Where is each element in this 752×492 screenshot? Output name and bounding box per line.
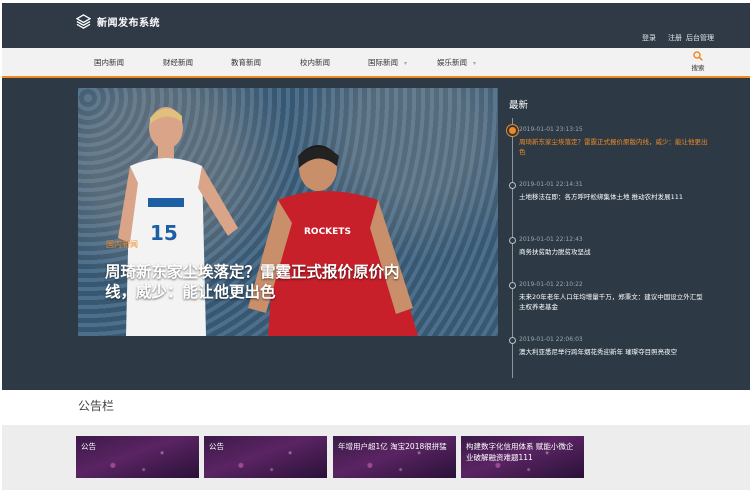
timeline-dot <box>509 237 516 244</box>
timeline-dot <box>509 337 516 344</box>
timeline-time: 2019-01-01 22:14:31 <box>519 181 583 188</box>
register-link[interactable]: 注册 <box>668 33 682 43</box>
account-links: 登录 注册 后台管理 <box>642 33 714 43</box>
hero-banner[interactable]: 15 ROCKETS 国内新闻 周琦新东家尘埃落定？雷霆正式报价原价内线，威少：… <box>78 88 498 336</box>
bulletin-card[interactable]: 构建数字化信用体系 赋能小微企业破解融资难题111 <box>461 436 584 478</box>
nav-label: 校内新闻 <box>300 58 330 67</box>
page-frame: 新闻发布系统 登录 注册 后台管理 国内新闻 财经新闻 教育新闻 校内新闻 国际… <box>2 3 750 490</box>
search-button[interactable]: 搜索 <box>685 51 711 72</box>
main-nav: 国内新闻 财经新闻 教育新闻 校内新闻 国际新闻 ▾ 娱乐新闻 ▾ 搜索 <box>2 48 750 78</box>
top-header: 新闻发布系统 登录 注册 后台管理 <box>2 3 750 48</box>
timeline-time: 2019-01-01 23:13:15 <box>519 126 583 133</box>
latest-heading: 最新 <box>509 100 529 111</box>
nav-finance-news[interactable]: 财经新闻 <box>163 57 193 68</box>
svg-text:15: 15 <box>150 221 178 245</box>
nav-label: 财经新闻 <box>163 58 193 67</box>
nav-international-news[interactable]: 国际新闻 ▾ <box>368 57 407 68</box>
hero-headline[interactable]: 周琦新东家尘埃落定？雷霆正式报价原价内线，威少：能让他更出色 <box>105 262 405 302</box>
timeline-dot <box>509 282 516 289</box>
timeline-item[interactable]: 2019-01-01 23:13:15 周琦新东家尘埃落定？雷霆正式报价原版内线… <box>509 126 709 157</box>
nav-education-news[interactable]: 教育新闻 <box>231 57 261 68</box>
nav-campus-news[interactable]: 校内新闻 <box>300 57 330 68</box>
nav-label: 教育新闻 <box>231 58 261 67</box>
chevron-down-icon: ▾ <box>404 60 408 67</box>
bulletin-card-text: 公告 <box>209 442 224 451</box>
site-logo[interactable]: 新闻发布系统 <box>76 14 160 29</box>
svg-text:ROCKETS: ROCKETS <box>304 227 351 237</box>
nav-entertainment-news[interactable]: 娱乐新闻 ▾ <box>437 57 476 68</box>
timeline-item[interactable]: 2019-01-01 22:06:03 澳大利亚悉尼举行跨年烟花秀迎新年 璀璨夺… <box>509 336 709 357</box>
admin-link[interactable]: 后台管理 <box>686 33 714 43</box>
timeline-headline: 周琦新东家尘埃落定？雷霆正式报价原版内线，威少：能让他更出色 <box>519 138 708 156</box>
timeline-headline: 商务扶贫助力脱贫攻坚战 <box>519 248 591 256</box>
bulletin-card-text: 构建数字化信用体系 赋能小微企业破解融资难题111 <box>466 442 574 462</box>
nav-label: 国际新闻 <box>368 58 398 67</box>
timeline-dot <box>509 127 516 134</box>
nav-label: 国内新闻 <box>94 58 124 67</box>
timeline-dot <box>509 182 516 189</box>
bulletin-card[interactable]: 公告 <box>76 436 199 478</box>
login-link[interactable]: 登录 <box>642 33 656 43</box>
site-title: 新闻发布系统 <box>97 18 160 29</box>
timeline-item[interactable]: 2019-01-01 22:14:31 土地移法在即：各方呼吁松绑集体土地 推动… <box>509 181 709 202</box>
bulletin-heading: 公告栏 <box>78 399 115 413</box>
search-icon <box>693 51 703 61</box>
bulletin-board: 公告 公告 年增用户超1亿 淘宝2018很拼猛 构建数字化信用体系 赋能小微企业… <box>2 425 750 490</box>
hero-category-tag[interactable]: 国内新闻 <box>106 239 138 250</box>
timeline-item[interactable]: 2019-01-01 22:12:43 商务扶贫助力脱贫攻坚战 <box>509 236 709 257</box>
nav-label: 娱乐新闻 <box>437 58 467 67</box>
bulletin-card-text: 公告 <box>81 442 96 451</box>
timeline-time: 2019-01-01 22:10:22 <box>519 281 583 288</box>
timeline-item[interactable]: 2019-01-01 22:10:22 未来20年老年人口年均增量千万，郑秉文：… <box>509 281 709 312</box>
timeline-headline: 土地移法在即：各方呼吁松绑集体土地 推动农村发展111 <box>519 193 683 201</box>
layers-icon <box>76 14 91 29</box>
timeline-headline: 未来20年老年人口年均增量千万，郑秉文：建议中国设立外汇型主权养老基金 <box>519 293 703 311</box>
bulletin-card-text: 年增用户超1亿 淘宝2018很拼猛 <box>338 442 447 451</box>
timeline-headline: 澳大利亚悉尼举行跨年烟花秀迎新年 璀璨夺目照亮夜空 <box>519 348 678 356</box>
nav-domestic-news[interactable]: 国内新闻 <box>94 57 124 68</box>
bulletin-card[interactable]: 年增用户超1亿 淘宝2018很拼猛 <box>333 436 456 478</box>
featured-section: 15 ROCKETS 国内新闻 周琦新东家尘埃落定？雷霆正式报价原价内线，威少：… <box>2 78 750 390</box>
chevron-down-icon: ▾ <box>473 60 477 67</box>
timeline-time: 2019-01-01 22:06:03 <box>519 336 583 343</box>
bulletin-card[interactable]: 公告 <box>204 436 327 478</box>
search-label: 搜索 <box>691 64 705 72</box>
timeline-time: 2019-01-01 22:12:43 <box>519 236 583 243</box>
